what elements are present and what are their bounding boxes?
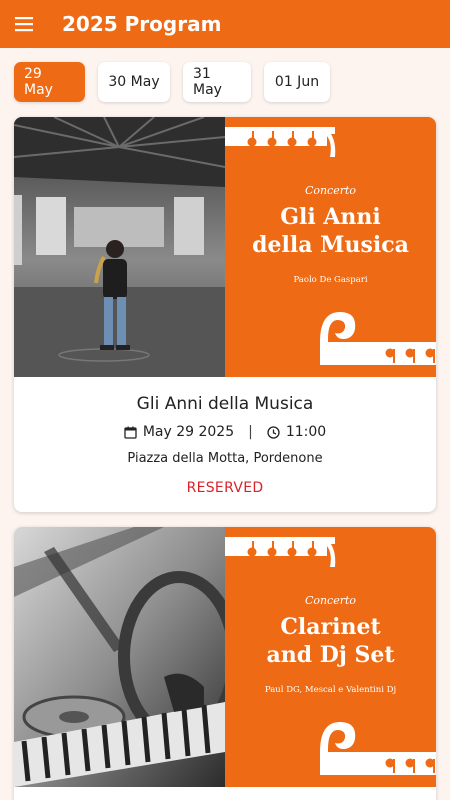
event-title: Gli Anni della Musica	[136, 394, 314, 414]
event-banner: Concerto Gli Anni della Musica Paolo De …	[14, 117, 436, 377]
page-title: 2025 Program	[62, 12, 222, 36]
poster-title: Gli Anni della Musica	[252, 204, 409, 258]
poster-artists: Paul DG, Mescal e Valentini Dj	[264, 685, 397, 695]
clock-icon	[267, 425, 280, 439]
event-datetime: May 29 2025 | 11:00	[14, 424, 436, 440]
reservation-status: RESERVED	[186, 480, 264, 496]
event-photo-saxophonist	[14, 117, 225, 377]
event-card[interactable]: Concerto Clarinet and Dj Set Paul DG, Me…	[14, 527, 436, 800]
event-banner: Concerto Clarinet and Dj Set Paul DG, Me…	[14, 527, 436, 787]
event-date: May 29 2025	[142, 424, 235, 440]
poster-kicker: Concerto	[304, 594, 357, 607]
date-tab-29-may[interactable]: 29 May	[14, 62, 85, 102]
event-card[interactable]: Concerto Gli Anni della Musica Paolo De …	[14, 117, 436, 512]
menu-button[interactable]	[0, 0, 48, 48]
event-venue: Piazza della Motta, Pordenone	[127, 451, 323, 466]
event-poster: Concerto Clarinet and Dj Set Paul DG, Me…	[225, 527, 436, 787]
poster-kicker: Concerto	[304, 184, 357, 197]
date-tab-01-jun[interactable]: 01 Jun	[264, 62, 330, 102]
event-time: 11:00	[285, 424, 327, 440]
date-tabs: 29 May 30 May 31 May 01 Jun	[14, 62, 330, 102]
event-details: Gli Anni della Musica May 29 2025 | 11:0…	[14, 394, 436, 496]
poster-title: Clarinet and Dj Set	[266, 614, 395, 668]
event-photo-keyboard-headphones	[14, 527, 225, 787]
menu-icon	[15, 17, 33, 32]
app-bar: 2025 Program	[0, 0, 450, 48]
date-tab-30-may[interactable]: 30 May	[98, 62, 170, 102]
poster-artists: Paolo De Gaspari	[293, 275, 368, 285]
calendar-icon	[124, 426, 137, 439]
separator: |	[248, 424, 253, 440]
event-poster: Concerto Gli Anni della Musica Paolo De …	[225, 117, 436, 377]
date-tab-31-may[interactable]: 31 May	[183, 62, 251, 102]
